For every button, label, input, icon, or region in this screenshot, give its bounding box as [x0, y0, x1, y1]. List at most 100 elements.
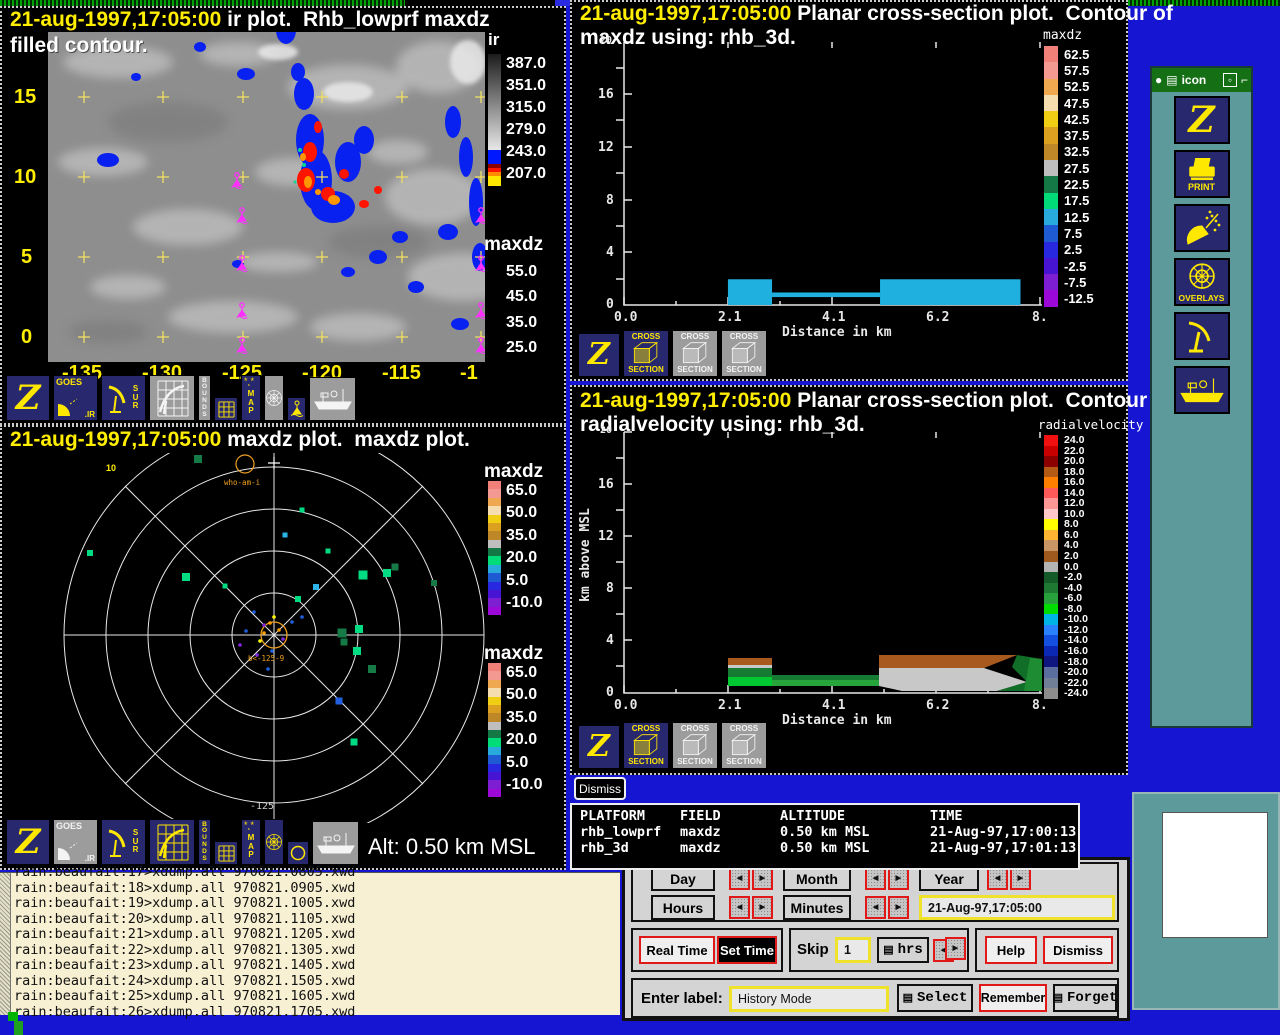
platform-dismiss-button[interactable]: Dismiss — [574, 777, 626, 800]
zeb-menu-button[interactable]: Z — [6, 375, 50, 421]
arrow-left-icon: ◄ — [992, 873, 1003, 884]
arrow-right-icon: ► — [950, 943, 961, 954]
range-ring-button[interactable] — [287, 841, 309, 865]
titlebar-maximize-button[interactable]: ⌐ — [1241, 73, 1248, 87]
cross-section-button-active[interactable]: CROSS SECTION — [623, 722, 669, 769]
xterm-window[interactable]: rain:beaufait:17>xdump.all 970821.0805.x… — [0, 865, 620, 1035]
zeb-main-button[interactable]: Z — [1173, 96, 1230, 144]
bounds-button[interactable]: BOUNDS — [198, 819, 211, 865]
set-time-button[interactable]: Set Time — [717, 936, 777, 964]
surveillance-button[interactable]: SUR — [101, 819, 146, 865]
radar-colorbar2-ticks: 65.0 50.0 35.0 20.0 5.0 -10.0 — [506, 664, 543, 793]
day-increment-button[interactable]: ► — [752, 867, 773, 890]
searchlight-button[interactable] — [1173, 204, 1230, 252]
cross-section-button[interactable]: CROSS SECTION — [672, 330, 718, 377]
radar-dish-icon — [108, 385, 126, 413]
radar-grid-button-active[interactable] — [149, 819, 195, 865]
forget-button[interactable]: ▤ Forget — [1053, 984, 1117, 1012]
background-window — [1132, 792, 1280, 1010]
radar-colorbar1-ticks: 65.0 50.0 35.0 20.0 5.0 -10.0 — [506, 482, 543, 611]
month-increment-button[interactable]: ► — [888, 867, 909, 890]
cross-section-button[interactable]: CROSS SECTION — [721, 330, 767, 377]
month-decrement-button[interactable]: ◄ — [865, 867, 886, 890]
sur-label: SUR — [132, 384, 139, 411]
map-button[interactable]: *¸* MAP — [241, 375, 261, 421]
day-decrement-button[interactable]: ◄ — [729, 867, 750, 890]
ir-colorbar-label: ir — [488, 30, 500, 49]
label-input-field[interactable]: History Mode — [729, 986, 889, 1012]
help-dismiss-frame: Help Dismiss — [975, 928, 1119, 972]
surveillance-button[interactable]: SUR — [101, 375, 146, 421]
x-tick: -115 — [382, 362, 421, 384]
ship-button[interactable] — [312, 821, 359, 865]
bounds-button[interactable]: BOUNDS — [198, 375, 211, 421]
ytick: 8 — [606, 581, 614, 596]
year-decrement-button[interactable]: ◄ — [987, 867, 1008, 890]
titlebar-dot-button[interactable]: ◦ — [1222, 73, 1237, 87]
circle-icon — [290, 845, 306, 861]
map-button[interactable]: *¸* MAP — [241, 819, 261, 865]
minutes-button[interactable]: Minutes — [783, 895, 851, 920]
ship-icon — [313, 389, 352, 410]
radar-lon-label: -125 — [250, 801, 274, 812]
print-button[interactable]: PRINT — [1173, 150, 1230, 198]
radar-grid-icon — [157, 824, 189, 861]
radar-window-title: 21-aug-1997,17:05:00 maxdz plot. maxdz p… — [10, 428, 470, 451]
hours-decrement-button[interactable]: ◄ — [729, 896, 750, 919]
cross-section-button[interactable]: CROSS SECTION — [721, 722, 767, 769]
arrow-left-icon: ◄ — [870, 873, 881, 884]
ytick: 4 — [606, 633, 614, 648]
real-time-button[interactable]: Real Time — [639, 936, 715, 964]
cross-section-button-active[interactable]: CROSS SECTION — [623, 330, 669, 377]
grid-button[interactable] — [214, 397, 238, 421]
radar-grid-button[interactable] — [149, 375, 195, 421]
minutes-decrement-button[interactable]: ◄ — [865, 896, 886, 919]
hours-button[interactable]: Hours — [651, 895, 715, 920]
skip-label: Skip — [797, 941, 829, 958]
ir-maxdz-colorbar — [488, 256, 501, 360]
goes-ir-button[interactable]: GOES .IR — [53, 375, 98, 421]
remember-button[interactable]: Remember — [979, 984, 1047, 1012]
page-icon: ▤ — [902, 993, 913, 1005]
polar-net-button[interactable] — [264, 375, 284, 421]
cube-icon — [682, 341, 708, 364]
zeb-menu-button[interactable]: Z — [578, 333, 620, 377]
hrs-units-button[interactable]: ▤ hrs — [877, 937, 929, 963]
select-button[interactable]: ▤ Select — [897, 984, 973, 1012]
zeb-menu-button[interactable]: Z — [578, 725, 620, 769]
zeb-menu-button[interactable]: Z — [6, 819, 50, 865]
minutes-increment-button[interactable]: ► — [888, 896, 909, 919]
grid-button[interactable] — [214, 841, 238, 865]
cube-icon — [633, 341, 659, 364]
year-increment-button[interactable]: ► — [1010, 867, 1031, 890]
map-stars-icon: *¸* — [244, 820, 255, 830]
radar-antenna-button[interactable] — [1173, 312, 1230, 360]
skip-value-field[interactable]: 1 — [835, 937, 871, 963]
platform-table: PLATFORM FIELD ALTITUDE TIME rhb_lowprf maxdz… — [570, 803, 1080, 870]
titlebar-circle-button[interactable]: ● — [1155, 73, 1162, 87]
polar-net-button[interactable] — [264, 819, 284, 865]
buoy-button[interactable] — [287, 397, 306, 421]
xtick: 4.1 — [822, 310, 846, 325]
skip-stepper-right: ► — [945, 937, 966, 960]
terminal-scrollbar[interactable] — [0, 873, 11, 1015]
dismiss-button[interactable]: Dismiss — [1043, 936, 1113, 964]
overlays-button[interactable]: OVERLAYS — [1173, 258, 1230, 306]
hours-increment-button[interactable]: ► — [752, 896, 773, 919]
ship-button[interactable] — [309, 377, 356, 421]
goes-ir-button[interactable]: GOES .IR — [53, 819, 98, 865]
titlebar-page-button[interactable]: ▤ — [1166, 73, 1177, 87]
ship-main-button[interactable] — [1173, 366, 1230, 414]
year-steppers: ◄ ► — [987, 867, 1031, 890]
help-button[interactable]: Help — [985, 936, 1037, 964]
cross-section-button[interactable]: CROSS SECTION — [672, 722, 718, 769]
enter-label-label: Enter label: — [641, 990, 723, 1007]
time-value-field[interactable]: 21-Aug-97,17:05:00 — [919, 895, 1115, 920]
xtick: 0.0 — [614, 698, 638, 713]
arrow-left-icon: ◄ — [734, 902, 745, 913]
overlays-wheel-icon — [1188, 263, 1215, 289]
skip-increment-button[interactable]: ► — [945, 937, 966, 960]
arrow-right-icon: ► — [893, 873, 904, 884]
ir-colorbar — [488, 54, 501, 190]
y-tick-5: 5 — [21, 246, 33, 268]
